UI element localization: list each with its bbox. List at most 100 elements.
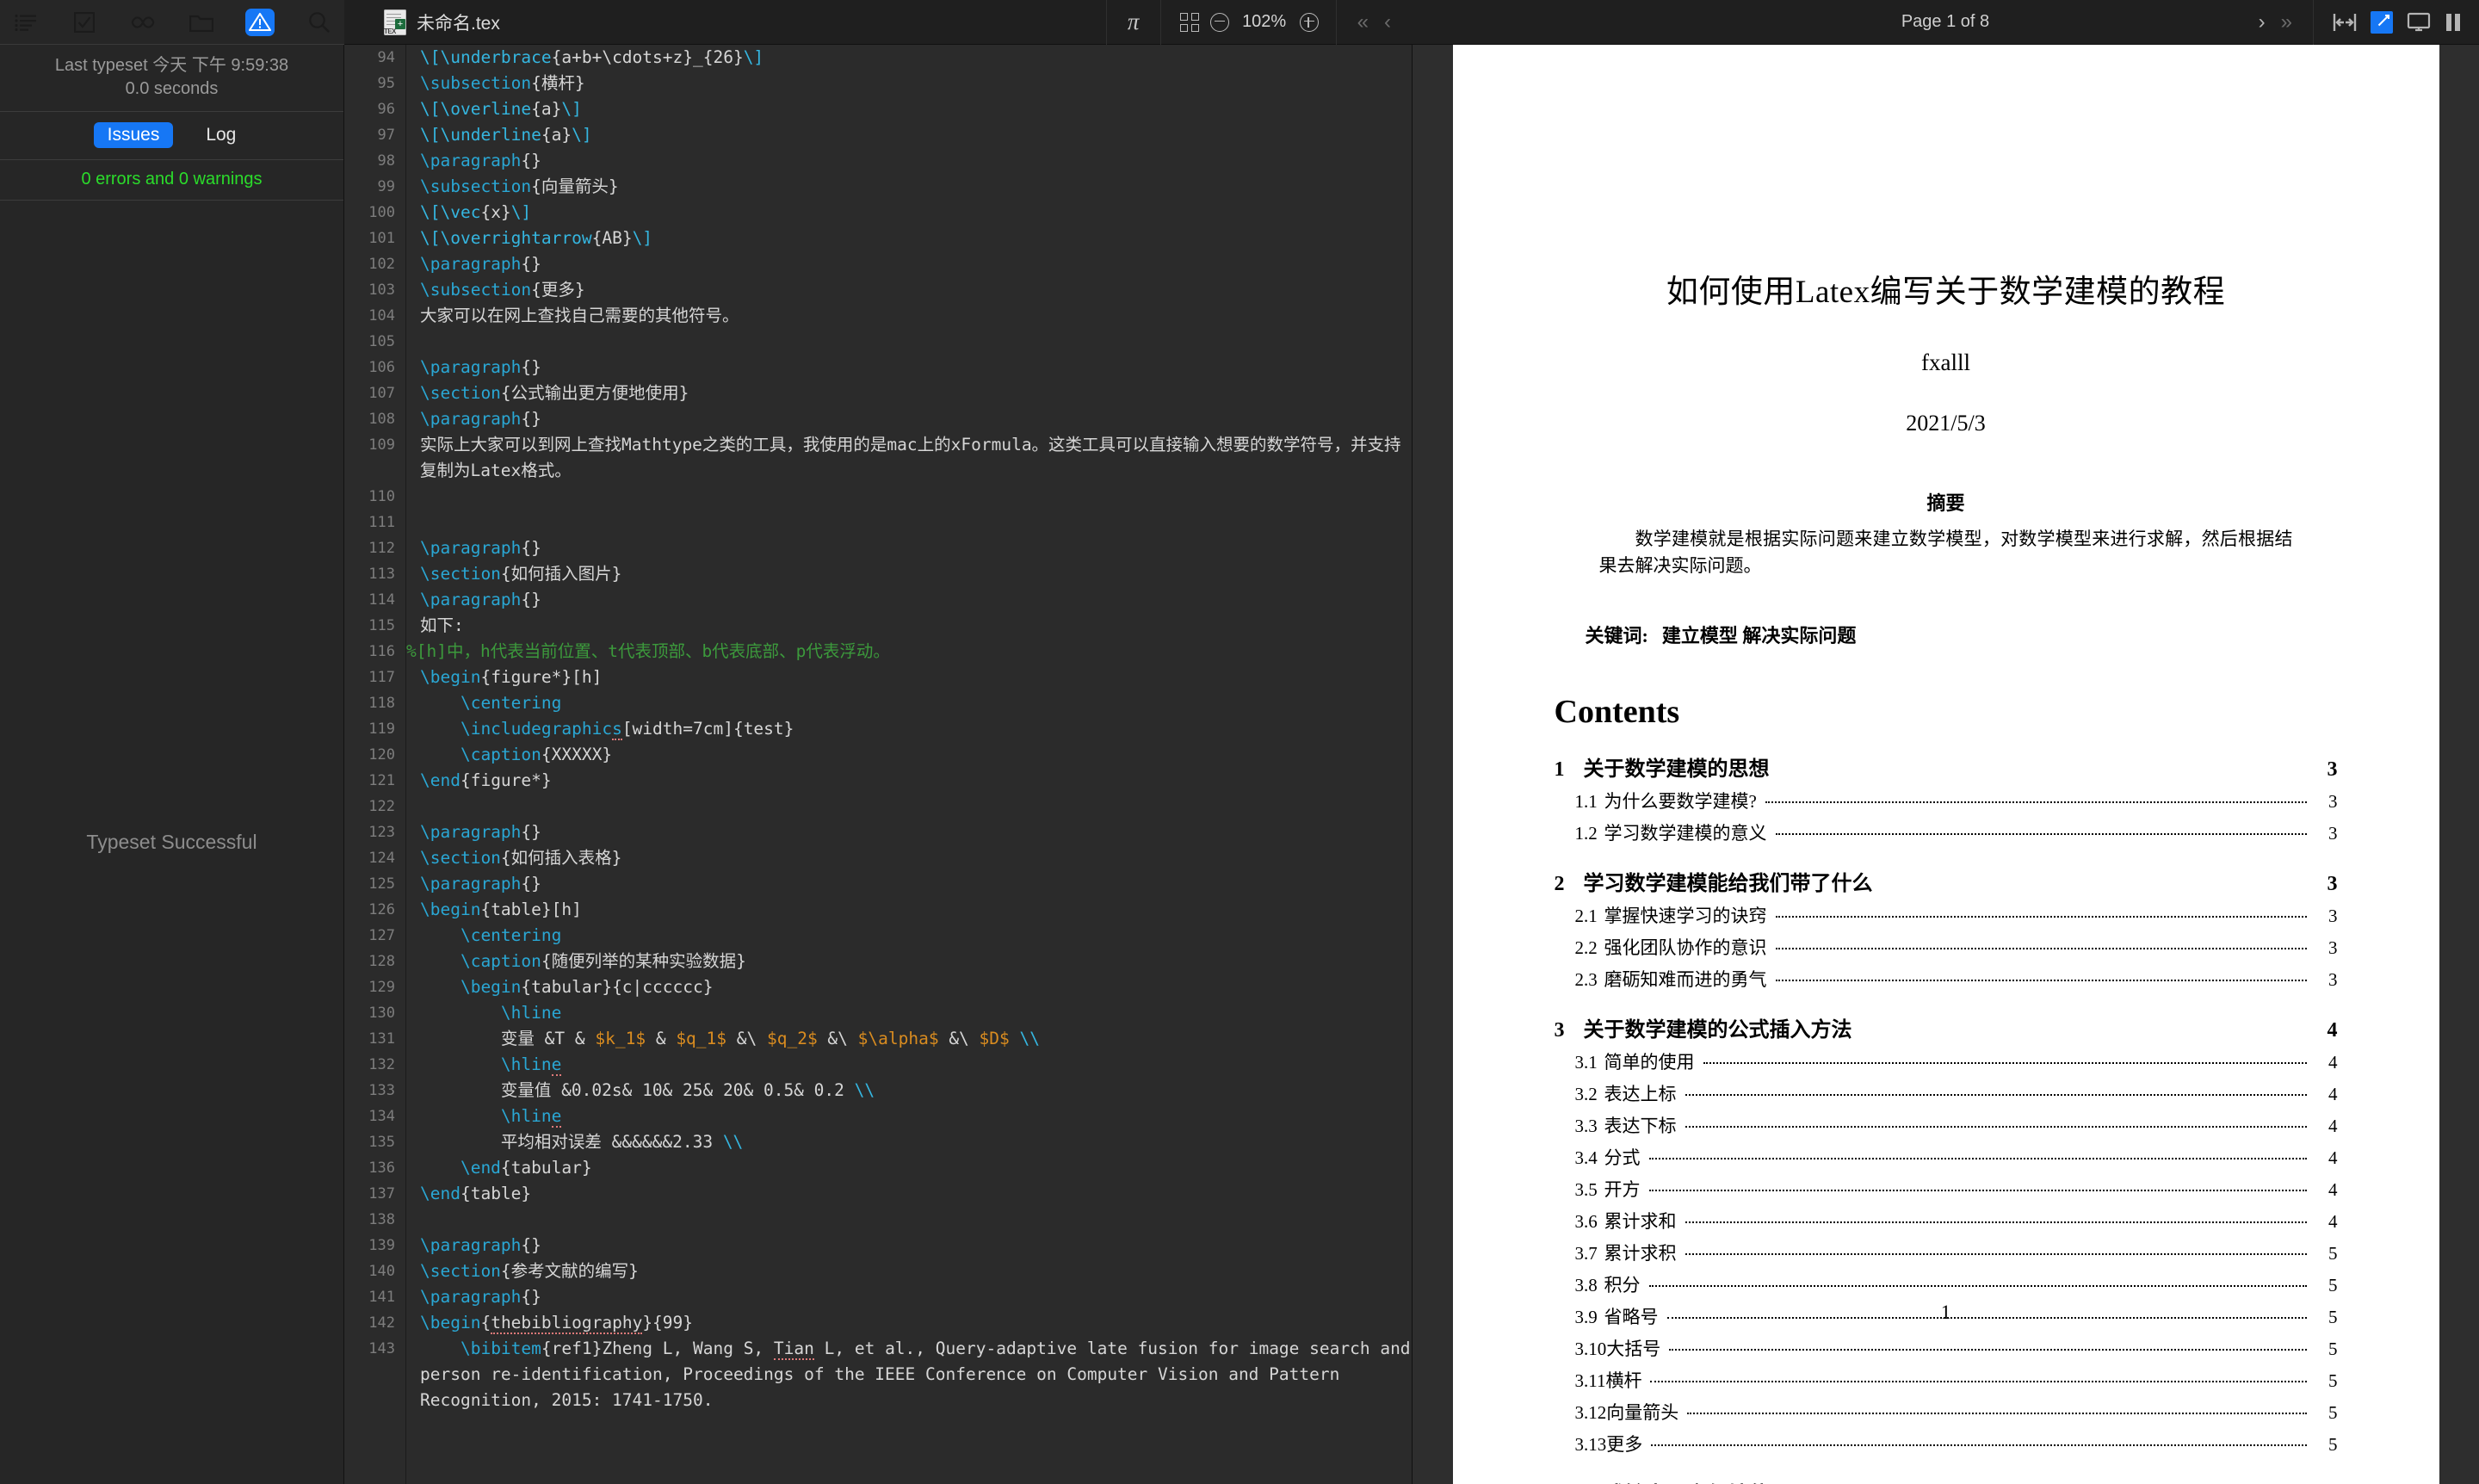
next-page-button[interactable]: › [2259,11,2266,33]
pdf-preview-pane[interactable]: 如何使用Latex编写关于数学建模的教程 fxalll 2021/5/3 摘要 … [1412,45,2479,1484]
zoom-out-button[interactable] [1209,12,1229,32]
toc-entry[interactable]: 1.2 学习数学建模的意义 3 [1555,819,2338,845]
toc-entry[interactable]: 2.3 磨砺知难而进的勇气 3 [1555,966,2338,992]
code-line[interactable] [420,329,1412,355]
code-line[interactable]: \paragraph{} [420,1284,1412,1310]
search-icon[interactable] [304,9,333,36]
toc-entry[interactable]: 3.4 分式 4 [1555,1144,2338,1170]
code-line[interactable] [420,794,1412,819]
toc-entry[interactable]: 2.1 掌握快速学习的诀窍 3 [1555,902,2338,928]
code-line[interactable]: \hline [420,1052,1412,1078]
toc-entry[interactable]: 3 关于数学建模的公式插入方法 4 [1555,1012,2338,1042]
code-line[interactable]: \section{如何插入表格} [420,845,1412,871]
toc-number: 1 [1554,758,1565,781]
toc-entry[interactable]: 3.8 积分 5 [1555,1271,2338,1297]
code-line[interactable]: %[h]中，h代表当前位置、t代表顶部、b代表底部、p代表浮动。 [406,639,1412,665]
first-page-button[interactable]: « [1357,11,1369,33]
code-line[interactable]: \subsection{向量箭头} [420,174,1412,200]
code-line[interactable]: \caption{随便列举的某种实验数据} [420,949,1412,974]
code-line[interactable]: \paragraph{} [420,871,1412,897]
code-line[interactable]: \paragraph{} [420,148,1412,174]
code-line[interactable]: \section{公式输出更方便地使用} [420,380,1412,406]
code-line[interactable]: \centering [420,690,1412,716]
popout-icon[interactable] [2371,10,2393,34]
code-editor[interactable]: 94 95 96 97 98 99 100 101 102 103 104 105 106 107 108 1… [344,45,1412,1484]
code-line[interactable]: 变量 &T & $k_1$ & $q_1$ &\ $q_2$ &\ $\alph… [420,1026,1412,1052]
code-line[interactable]: \[\overline{a}\] [420,96,1412,122]
line-number: 138 [368,1211,395,1228]
code-line[interactable]: 变量值 &0.02s& 10& 25& 20& 0.5& 0.2 \\ [420,1078,1412,1104]
infinity-icon[interactable] [128,9,158,36]
code-line[interactable] [420,510,1412,535]
code-line[interactable]: \[\underline{a}\] [420,122,1412,148]
code-line[interactable]: \begin{figure*}[h] [420,665,1412,690]
toc-entry[interactable]: 2 学习数学建模能给我们带了什么 3 [1555,866,2338,896]
toc-number: 3.2 [1574,1084,1598,1104]
prev-page-button[interactable]: ‹ [1384,11,1391,33]
warning-triangle-icon[interactable] [245,8,275,36]
code-line[interactable]: \hline [420,1000,1412,1026]
code-line[interactable]: \[\vec{x}\] [420,200,1412,226]
code-line[interactable]: \section{如何插入图片} [420,561,1412,587]
code-line[interactable]: \caption{XXXXX} [420,742,1412,768]
monitor-icon[interactable] [2407,12,2431,33]
code-line[interactable]: \begin{thebibliography}{99} [420,1310,1412,1336]
toc-entry[interactable]: 3.12 向量箭头 5 [1555,1399,2338,1425]
toc-entry[interactable]: 3.2 表达上标 4 [1555,1080,2338,1106]
toc-entry[interactable]: 3.6 累计求和 4 [1555,1208,2338,1234]
line-number-gutter: 94 95 96 97 98 99 100 101 102 103 104 105 106 107 108 1… [344,45,406,1484]
code-line[interactable] [420,1207,1412,1233]
code-line[interactable]: 大家可以在网上查找自己需要的其他符号。 [420,303,1412,329]
toc-entry[interactable]: 1.1 为什么要数学建模? 3 [1555,788,2338,813]
code-line[interactable]: \paragraph{} [420,535,1412,561]
code-line[interactable]: 如下: [420,613,1412,639]
code-line[interactable]: \paragraph{} [420,251,1412,277]
toc-entry[interactable]: 3.3 表达下标 4 [1555,1112,2338,1138]
code-line[interactable]: \section{参考文献的编写} [420,1258,1412,1284]
toc-entry[interactable]: 3.5 开方 4 [1555,1176,2338,1202]
code-line[interactable]: \paragraph{} [420,355,1412,380]
code-line[interactable]: 平均相对误差 &&&&&&2.33 \\ [420,1129,1412,1155]
checkbox-icon[interactable] [70,9,99,36]
code-line[interactable]: \paragraph{} [420,1233,1412,1258]
toc-entry[interactable]: 3.1 简单的使用 4 [1555,1048,2338,1074]
split-pane-icon[interactable] [2445,12,2462,33]
code-line[interactable]: \paragraph{} [420,587,1412,613]
outline-list-icon[interactable] [11,9,40,36]
code-line[interactable]: 实际上大家可以到网上查找Mathtype之类的工具，我使用的是mac上的xFor… [420,432,1412,484]
toc-entry[interactable]: 1 关于数学建模的思想 3 [1555,751,2338,782]
toc-entry[interactable]: 2.2 强化团队协作的意识 3 [1555,934,2338,960]
document-tab[interactable]: TEX 未命名.tex [384,9,500,35]
code-line[interactable]: \[\underbrace{a+b+\cdots+z}_{26}\] [420,45,1412,71]
code-line[interactable]: \centering [420,923,1412,949]
code-line[interactable]: \end{figure*} [420,768,1412,794]
folder-icon[interactable] [187,9,216,36]
code-line[interactable]: \subsection{横杆} [420,71,1412,96]
code-line[interactable]: \end{table} [420,1181,1412,1207]
code-line[interactable] [420,484,1412,510]
toc-entry[interactable]: 3.10 大括号 5 [1555,1335,2338,1361]
toc-entry[interactable]: 3.11 横杆 5 [1555,1367,2338,1393]
code-line[interactable]: \subsection{更多} [420,277,1412,303]
toc-entry[interactable]: 3.7 累计求积 5 [1555,1240,2338,1265]
code-line[interactable]: \bibitem{ref1}Zheng L, Wang S, Tian L, e… [420,1336,1412,1413]
sync-both-icon[interactable] [2333,12,2357,33]
last-page-button[interactable]: » [2281,11,2292,33]
code-line[interactable]: \begin{table}[h] [420,897,1412,923]
code-line[interactable]: \hline [420,1104,1412,1129]
line-number-continuation: . [344,1362,395,1388]
code-line[interactable]: \end{tabular} [420,1155,1412,1181]
grid-view-icon[interactable] [1179,12,1199,32]
math-panel-button[interactable]: π [1107,9,1160,35]
tab-issues[interactable]: Issues [93,122,174,148]
zoom-in-button[interactable] [1299,12,1319,32]
code-content[interactable]: \[\underbrace{a+b+\cdots+z}_{26}\] \subse… [406,45,1412,1484]
code-line[interactable]: \paragraph{} [420,819,1412,845]
code-line[interactable]: \[\overrightarrow{AB}\] [420,226,1412,251]
toc-entry[interactable]: 4公式输出更方便地使用6 [1555,1477,2338,1484]
toc-entry[interactable]: 3.13 更多 5 [1555,1431,2338,1456]
code-line[interactable]: \paragraph{} [420,406,1412,432]
tab-log[interactable]: Log [192,122,250,148]
code-line[interactable]: \includegraphics[width=7cm]{test} [420,716,1412,742]
code-line[interactable]: \begin{tabular}{c|cccccc} [420,974,1412,1000]
